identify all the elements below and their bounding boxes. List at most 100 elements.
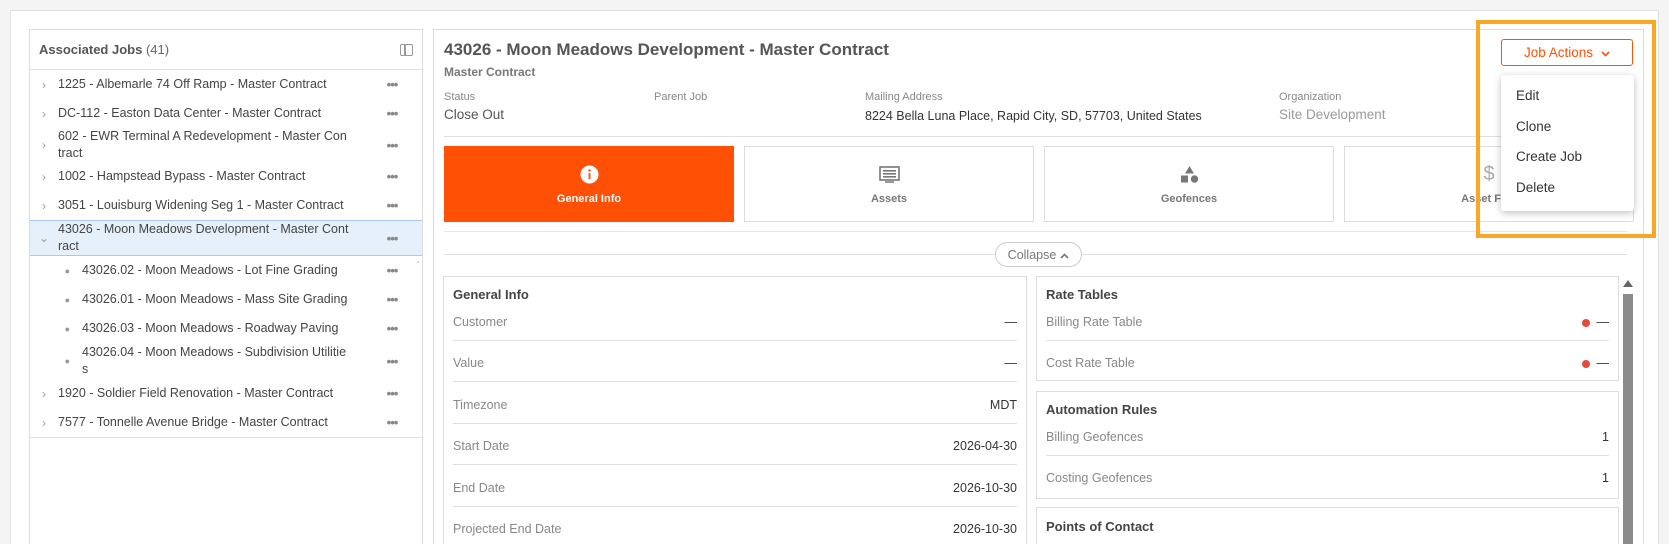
kv-label: Customer	[453, 315, 508, 329]
kv-value: 2026-10-30	[953, 481, 1017, 495]
chevron-right-icon[interactable]: ›	[30, 416, 58, 430]
divider	[453, 340, 1017, 341]
tree-item-1225[interactable]: › 1225 - Albemarle 74 Off Ramp - Master …	[30, 70, 422, 99]
associated-jobs-title: Associated Jobs (41)	[39, 42, 169, 57]
collapse-panel-icon[interactable]	[400, 43, 413, 56]
kv-label: Costing Geofences	[1046, 471, 1153, 485]
info-icon	[579, 163, 599, 185]
organization-label: Organization	[1279, 91, 1342, 103]
kv-value: 2026-10-30	[953, 522, 1017, 536]
more-options-icon[interactable]: •••	[384, 77, 400, 92]
more-options-icon[interactable]: •••	[384, 138, 400, 153]
chevron-down-icon[interactable]: ⌄	[30, 231, 58, 245]
kv-label: Start Date	[453, 439, 510, 453]
rate-tables-title: Rate Tables	[1046, 287, 1119, 302]
job-tabs: General Info Assets Geofences $ Asset Fi…	[444, 146, 1634, 222]
tree-item-label: 1225 - Albemarle 74 Off Ramp - Master Co…	[58, 77, 327, 91]
bullet-icon: ●	[64, 294, 70, 305]
billing-geofences-row: Billing Geofences 1	[1046, 430, 1609, 444]
tree-item-label-line1: 43026 - Moon Meadows Development - Maste…	[58, 222, 349, 236]
kv-label: End Date	[453, 481, 506, 495]
tab-geofences[interactable]: Geofences	[1044, 146, 1334, 222]
more-options-icon[interactable]: •••	[384, 386, 400, 401]
chevron-right-icon[interactable]: ›	[30, 78, 58, 92]
value-row: Value —	[453, 356, 1017, 370]
points-of-contact-card: Points of Contact	[1036, 507, 1619, 544]
tree-item-602[interactable]: › 602 - EWR Terminal A Redevelopment - M…	[30, 128, 422, 162]
mailing-address-field: Mailing Address 8224 Bella Luna Place, R…	[865, 91, 1202, 123]
scrollbar[interactable]	[1623, 280, 1633, 544]
more-options-icon[interactable]: •••	[384, 415, 400, 430]
kv-value: 1	[1602, 471, 1609, 485]
tree-item-label: 1002 - Hampstead Bypass - Master Contrac…	[58, 169, 306, 183]
highlight-box	[1476, 20, 1656, 238]
organization-field: Organization Site Development	[1279, 91, 1386, 122]
shapes-icon	[1180, 163, 1199, 185]
tree-item-label: 1920 - Soldier Field Renovation - Master…	[58, 386, 334, 400]
tab-general-info[interactable]: General Info	[444, 146, 734, 222]
chevron-right-icon[interactable]: ›	[30, 170, 58, 184]
kv-value: 2026-04-30	[953, 439, 1017, 453]
tab-assets[interactable]: Assets	[744, 146, 1034, 222]
collapse-button[interactable]: Collapse	[995, 242, 1082, 267]
more-options-icon[interactable]: •••	[384, 354, 400, 369]
kv-value: MDT	[989, 398, 1017, 412]
more-options-icon[interactable]: •••	[384, 169, 400, 184]
kv-label: Cost Rate Table	[1046, 356, 1135, 370]
divider	[444, 231, 1627, 232]
tree-child-43026-04[interactable]: ● 43026.04 - Moon Meadows - Subdivision …	[30, 343, 422, 379]
bullet-icon: ●	[64, 323, 70, 334]
bullet-icon: ●	[64, 265, 70, 276]
tree-item-label: 43026.04 - Moon Meadows - Subdivision Ut…	[82, 344, 384, 378]
tree-item-label: 43026 - Moon Meadows Development - Maste…	[58, 221, 384, 255]
divider	[1046, 340, 1609, 341]
divider	[453, 381, 1017, 382]
organization-value: Site Development	[1279, 107, 1386, 122]
tree-item-1002[interactable]: › 1002 - Hampstead Bypass - Master Contr…	[30, 162, 422, 191]
job-title: 43026 - Moon Meadows Development - Maste…	[444, 40, 889, 59]
parent-job-label: Parent Job	[654, 91, 708, 103]
chevron-right-icon[interactable]: ›	[30, 199, 58, 213]
costing-geofences-row: Costing Geofences 1	[1046, 471, 1609, 485]
tree-child-43026-03[interactable]: ● 43026.03 - Moon Meadows - Roadway Pavi…	[30, 314, 422, 343]
chevron-right-icon[interactable]: ›	[30, 138, 58, 152]
divider	[453, 423, 1017, 424]
more-options-icon[interactable]: •••	[384, 263, 400, 278]
more-options-icon[interactable]: •••	[384, 231, 400, 246]
more-options-icon[interactable]: •••	[384, 321, 400, 336]
end-date-row: End Date 2026-10-30	[453, 481, 1017, 495]
parent-job-field: Parent Job	[654, 91, 707, 103]
tree-item-label-line1: 602 - EWR Terminal A Redevelopment - Mas…	[58, 129, 347, 143]
associated-jobs-count: (41)	[145, 42, 170, 57]
status-label: Status	[444, 91, 476, 103]
tree-item-43026-selected[interactable]: ⌄ 43026 - Moon Meadows Development - Mas…	[30, 220, 422, 256]
chevron-right-icon[interactable]: ›	[30, 387, 58, 401]
list-icon	[878, 163, 900, 185]
more-options-icon[interactable]: •••	[384, 106, 400, 121]
associated-jobs-label: Associated Jobs	[39, 42, 143, 57]
tree-item-7577[interactable]: › 7577 - Tonnelle Avenue Bridge - Master…	[30, 408, 422, 437]
tree-child-43026-02[interactable]: ● 43026.02 - Moon Meadows - Lot Fine Gra…	[30, 256, 422, 285]
scrollbar-thumb[interactable]	[1623, 294, 1633, 544]
scroll-up-arrow-icon[interactable]	[1623, 280, 1633, 287]
tree-item-label-line2: s	[82, 362, 89, 376]
tree-item-label-line2: tract	[58, 146, 83, 160]
more-options-icon[interactable]: •••	[384, 198, 400, 213]
kv-value: —	[1004, 315, 1018, 329]
chevron-right-icon[interactable]: ›	[30, 107, 58, 121]
more-options-icon[interactable]: •••	[384, 292, 400, 307]
kv-label: Billing Rate Table	[1046, 315, 1143, 329]
tree-item-dc112[interactable]: › DC-112 - Easton Data Center - Master C…	[30, 99, 422, 128]
billing-rate-table-row: Billing Rate Table —	[1046, 315, 1609, 329]
tree-item-1920[interactable]: › 1920 - Soldier Field Renovation - Mast…	[30, 379, 422, 408]
spacer	[417, 261, 419, 263]
tab-label: General Info	[556, 193, 622, 205]
kv-value-text: —	[1596, 356, 1610, 370]
general-info-title: General Info	[453, 287, 529, 302]
kv-value: —	[1581, 356, 1610, 370]
automation-rules-card: Automation Rules Billing Geofences 1 Cost…	[1036, 391, 1619, 499]
tree-child-43026-01[interactable]: ● 43026.01 - Moon Meadows - Mass Site Gr…	[30, 285, 422, 314]
general-info-card: General Info Customer — Value — Timezone MD…	[443, 276, 1027, 544]
tree-item-3051[interactable]: › 3051 - Louisburg Widening Seg 1 - Mast…	[30, 191, 422, 220]
divider	[444, 136, 1627, 137]
